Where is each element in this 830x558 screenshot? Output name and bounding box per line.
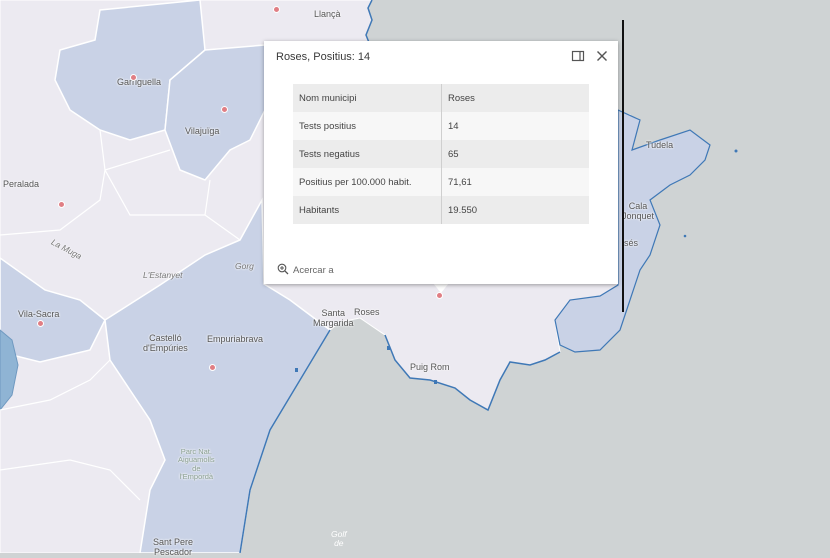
municipality-marker[interactable] (221, 106, 228, 113)
table-row: Positius per 100.000 habit. 71,61 (293, 168, 589, 196)
attribute-table: Nom municipi Roses Tests positius 14 Tes… (293, 84, 589, 224)
place-label-santa-margarida: Santa Margarida (313, 308, 354, 329)
place-label-parc-natural: Parc Nat. Aiguamolls de l'Empordà (178, 447, 215, 481)
castello-line-2: d'Empúries (143, 343, 188, 354)
place-label-castello: Castelló d'Empúries (143, 333, 188, 354)
place-label-garriguella: Garriguella (117, 77, 162, 87)
place-label-tudela: Tudela (646, 140, 674, 150)
popup-title: Roses, Positius: 14 (276, 51, 371, 63)
cala-line-2: Jonquet (622, 211, 655, 222)
close-icon[interactable] (595, 49, 609, 63)
golf-line-2: de (334, 538, 344, 549)
place-label-golf: Golf de (331, 529, 347, 549)
municipality-marker[interactable] (58, 201, 65, 208)
place-label-sant-pere: Sant Pere Pescador (153, 537, 193, 558)
municipality-marker[interactable] (130, 74, 137, 81)
attribute-value: Roses (441, 84, 589, 112)
table-row: Nom municipi Roses (293, 84, 589, 112)
place-label-peralada: Peralada (3, 179, 40, 189)
islet-1 (734, 149, 738, 153)
popup-pointer (433, 283, 449, 293)
parc-line-4: l'Empordà (179, 471, 214, 481)
selected-marker[interactable] (436, 292, 443, 299)
sant-pere-line-2: Pescador (154, 547, 193, 558)
table-row: Tests positius 14 (293, 112, 589, 140)
zoom-to-action[interactable]: Acercar a (277, 263, 334, 278)
municipality-marker[interactable] (273, 6, 280, 13)
coast-marker-1 (295, 368, 298, 372)
attribute-key: Positius per 100.000 habit. (293, 168, 442, 196)
zoom-to-label: Acercar a (293, 265, 334, 276)
place-label-vila-sacra: Vila-Sacra (18, 309, 60, 319)
place-label-lestanyet: L'Estanyet (143, 270, 183, 280)
table-row: Tests negatius 65 (293, 140, 589, 168)
zoom-in-icon (277, 263, 289, 278)
table-row: Habitants 19.550 (293, 196, 589, 224)
attribute-value: 14 (441, 112, 589, 140)
attribute-value: 65 (441, 140, 589, 168)
place-label-puig-rom: Puig Rom (410, 362, 450, 372)
place-label-ses: sés (624, 238, 639, 248)
coast-marker-2 (387, 346, 390, 350)
info-popup: Roses, Positius: 14 Nom municipi Roses T… (264, 41, 618, 284)
attribute-value: 71,61 (441, 168, 589, 196)
dock-icon[interactable] (571, 49, 585, 63)
place-label-llanca: Llançà (314, 9, 341, 19)
attribute-key: Tests positius (293, 112, 442, 140)
place-label-cala-jonquet: Cala Jonquet (622, 201, 654, 222)
cala-line-1: Cala (628, 201, 648, 211)
coast-marker-3 (434, 380, 437, 384)
place-label-vilajuiga: Vilajuïga (185, 126, 220, 136)
municipality-marker[interactable] (209, 364, 216, 371)
castello-line-1: Castelló (149, 333, 182, 343)
attribute-key: Nom municipi (293, 84, 442, 112)
vertical-divider (622, 20, 624, 312)
place-label-gorg: Gorg (235, 261, 254, 271)
attribute-key: Habitants (293, 196, 442, 224)
sant-pere-line-1: Sant Pere (153, 537, 194, 547)
municipality-marker[interactable] (37, 320, 44, 327)
islet-2 (683, 234, 687, 238)
santa-margarida-line-1: Santa (321, 308, 346, 318)
santa-margarida-line-2: Margarida (313, 318, 354, 329)
attribute-key: Tests negatius (293, 140, 442, 168)
place-label-roses: Roses (354, 307, 380, 317)
place-label-empuriabrava: Empuriabrava (207, 334, 264, 344)
attribute-value: 19.550 (441, 196, 589, 224)
